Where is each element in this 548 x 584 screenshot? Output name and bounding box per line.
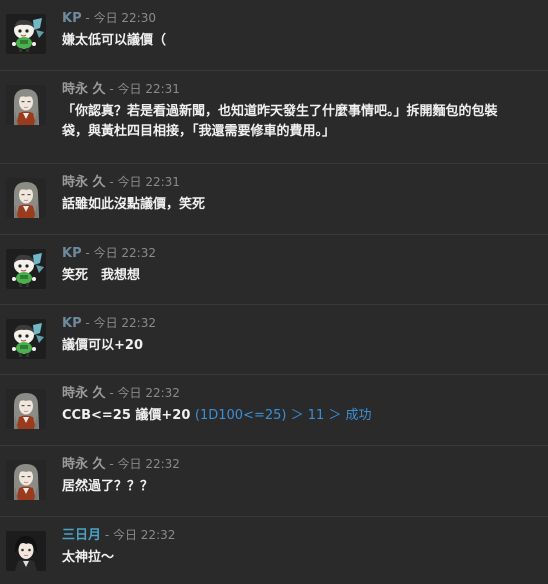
chibi-character-avatar-icon[interactable] [6,14,46,54]
long-haired-character-avatar-icon[interactable] [6,178,46,218]
header-separator: - [81,246,94,260]
message-text: 嫌太低可以議價（ [62,33,167,48]
message-timestamp: 今日 22:31 [117,175,180,189]
message-header: 時永 久 - 今日 22:31 [62,174,538,191]
header-separator: - [81,316,94,330]
long-haired-character-avatar-icon[interactable] [6,460,46,500]
message-body: 時永 久 - 今日 22:32 CCB<=25 議價+20 (1D100<=25… [62,385,538,426]
chat-message: KP - 今日 22:30 嫌太低可以議價（ [0,0,548,71]
message-text-line: 袋，與黃杜四目相接，「我還需要修車的費用。」 [62,124,336,139]
author-name[interactable]: 時永 久 [62,386,106,401]
message-text: CCB<=25 議價+20 (1D100<=25) ＞ 11 ＞ 成功 [62,406,538,426]
message-header: 時永 久 - 今日 22:32 [62,456,538,473]
message-timestamp: 今日 22:32 [93,246,156,260]
message-text: 話雖如此沒點議價，笑死 [62,197,206,212]
long-haired-character-avatar-icon[interactable] [6,85,46,125]
chibi-character-avatar-icon[interactable] [6,319,46,359]
message-header: 三日月 - 今日 22:32 [62,527,538,544]
header-separator: - [105,457,118,471]
message-body: 時永 久 - 今日 22:31 「你認真？若是看過新聞，也知道昨天發生了什麼事情… [62,81,538,142]
long-haired-character-avatar-icon[interactable] [6,389,46,429]
message-header: KP - 今日 22:32 [62,315,538,332]
chat-message: 時永 久 - 今日 22:32 CCB<=25 議價+20 (1D100<=25… [0,375,548,446]
message-header: KP - 今日 22:32 [62,245,538,262]
message-text: 議價可以+20 [62,338,143,353]
message-timestamp: 今日 22:32 [112,528,176,542]
author-name[interactable]: KP [62,316,82,331]
author-name[interactable]: 時永 久 [62,175,106,190]
chat-message: 時永 久 - 今日 22:32 居然過了？？？ [0,446,548,517]
message-body: 時永 久 - 今日 22:32 居然過了？？？ [62,456,538,497]
dark-haired-character-avatar-icon[interactable] [6,531,46,571]
dice-command: CCB<=25 議價+20 [62,408,195,423]
author-name[interactable]: KP [62,11,82,26]
message-body: KP - 今日 22:30 嫌太低可以議價（ [62,10,538,51]
chat-message: KP - 今日 22:32 議價可以+20 [0,305,548,375]
chat-message: 三日月 - 今日 22:32 太神拉〜 [0,517,548,584]
header-separator: - [81,11,94,25]
message-body: 時永 久 - 今日 22:31 話雖如此沒點議價，笑死 [62,174,538,215]
message-timestamp: 今日 22:31 [117,82,180,96]
message-text-line: 「你認真？若是看過新聞，也知道昨天發生了什麼事情吧。」拆開麵包的包裝 [62,104,498,119]
author-name[interactable]: KP [62,246,82,261]
message-body: KP - 今日 22:32 笑死 我想想 [62,245,538,286]
message-timestamp: 今日 22:32 [117,386,180,400]
author-name[interactable]: 時永 久 [62,457,106,472]
chibi-character-avatar-icon[interactable] [6,249,46,289]
message-header: 時永 久 - 今日 22:32 [62,385,538,402]
header-separator: - [105,82,118,96]
message-text: 太神拉〜 [62,550,115,565]
chat-message: 時永 久 - 今日 22:31 「你認真？若是看過新聞，也知道昨天發生了什麼事情… [0,71,548,164]
author-name[interactable]: 三日月 [62,528,101,543]
dice-result: (1D100<=25) ＞ 11 ＞ 成功 [194,408,372,423]
header-separator: - [105,386,118,400]
message-header: 時永 久 - 今日 22:31 [62,81,538,98]
header-separator: - [101,528,113,542]
message-text: 「你認真？若是看過新聞，也知道昨天發生了什麼事情吧。」拆開麵包的包裝 袋，與黃杜… [62,102,538,142]
message-header: KP - 今日 22:30 [62,10,538,27]
header-separator: - [105,175,118,189]
message-timestamp: 今日 22:32 [93,316,156,330]
message-body: KP - 今日 22:32 議價可以+20 [62,315,538,356]
chat-log: KP - 今日 22:30 嫌太低可以議價（ 時永 久 - 今日 22:31 「… [0,0,548,584]
message-timestamp: 今日 22:30 [93,11,156,25]
message-body: 三日月 - 今日 22:32 太神拉〜 [62,527,538,568]
author-name[interactable]: 時永 久 [62,82,106,97]
message-text: 居然過了？？？ [62,479,154,494]
message-text: 笑死 我想想 [62,268,141,283]
message-timestamp: 今日 22:32 [117,457,180,471]
chat-message: KP - 今日 22:32 笑死 我想想 [0,235,548,305]
chat-message: 時永 久 - 今日 22:31 話雖如此沒點議價，笑死 [0,164,548,235]
